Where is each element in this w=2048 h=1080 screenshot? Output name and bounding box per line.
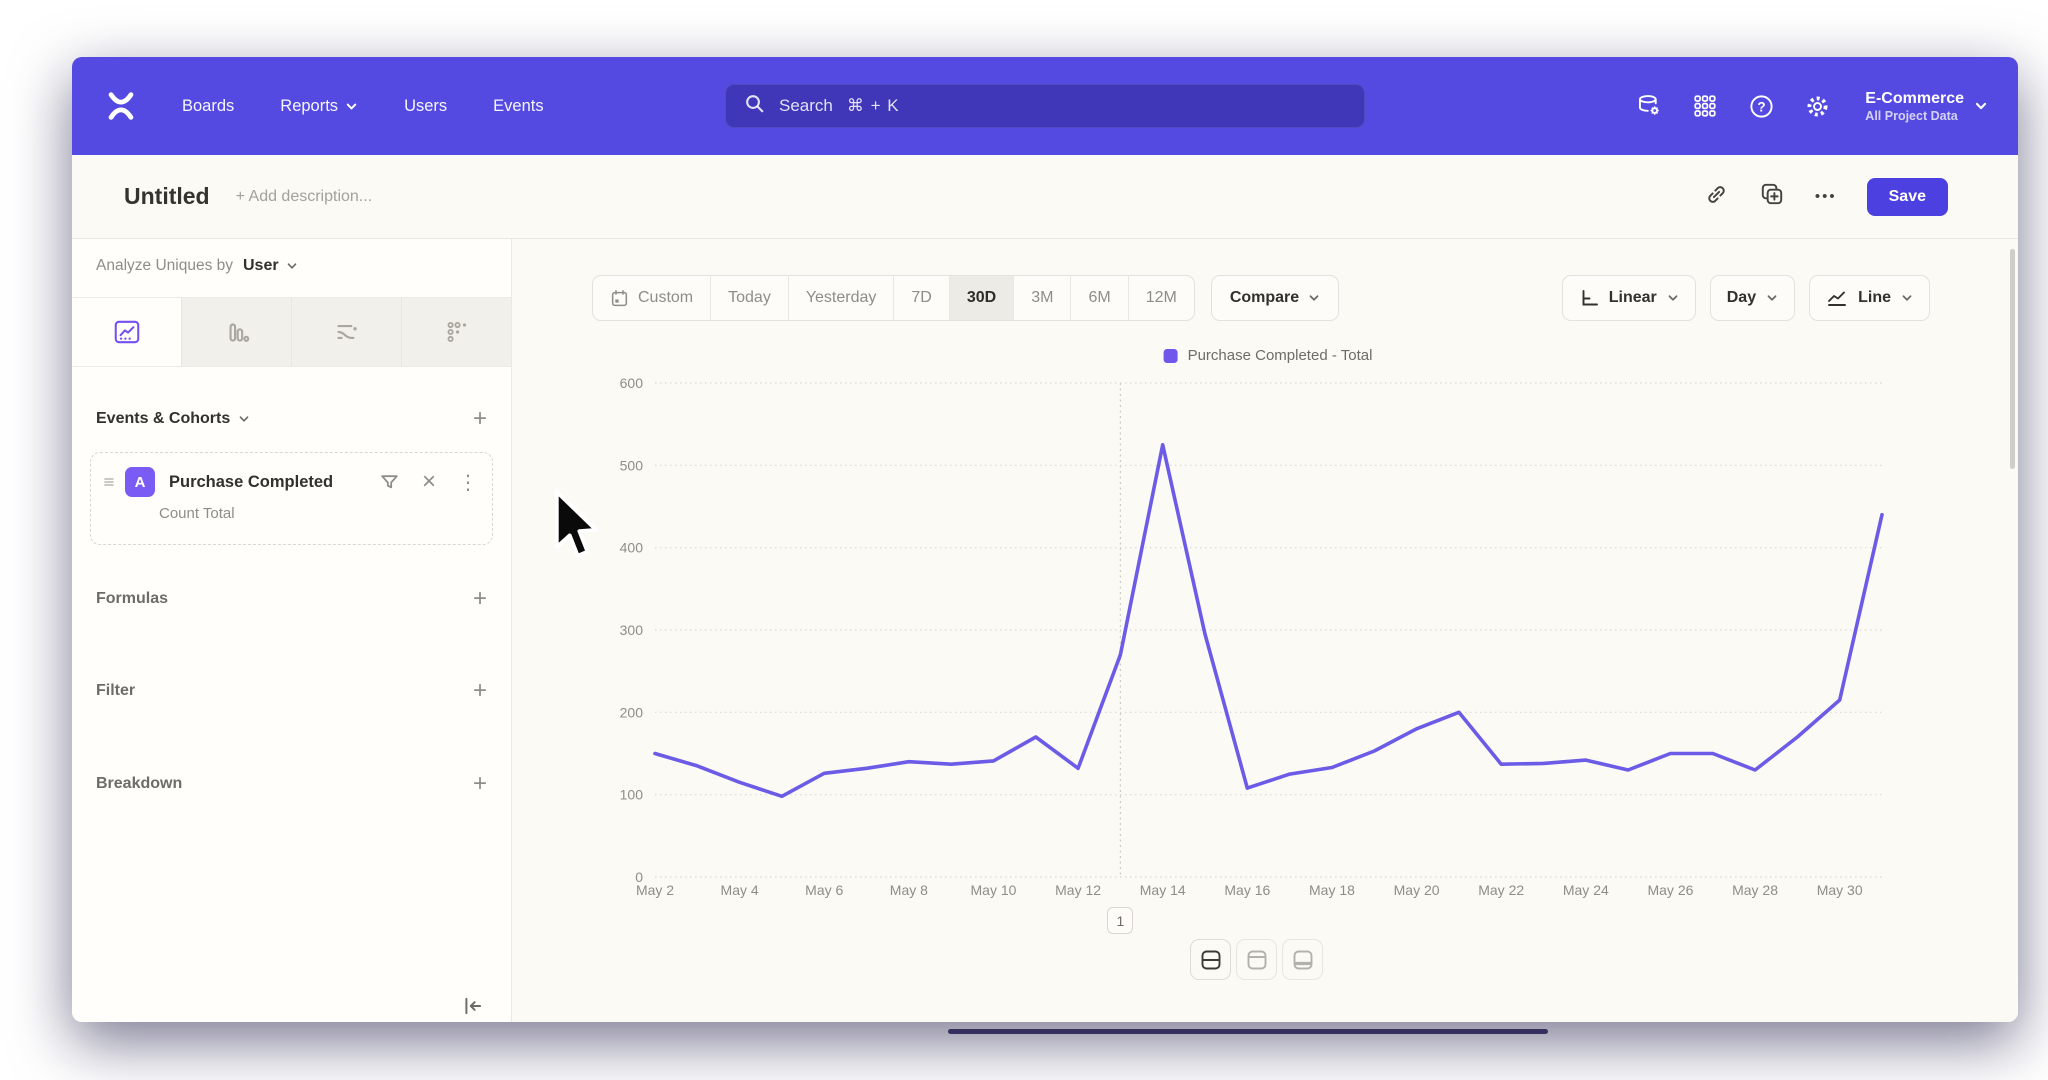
filter-funnel-icon[interactable] <box>379 472 400 493</box>
x-tick-label: May 10 <box>971 882 1017 898</box>
project-switcher[interactable]: E-Commerce All Project Data <box>1865 89 1988 123</box>
report-canvas: CustomTodayYesterday7D30D3M6M12M Compare… <box>512 239 2018 1022</box>
layout-header-top-button[interactable] <box>1236 939 1277 980</box>
chevron-down-icon <box>238 413 250 425</box>
event-name[interactable]: Purchase Completed <box>169 473 333 492</box>
bar-chart-icon <box>222 317 252 347</box>
add-filter-button[interactable]: + <box>473 679 487 703</box>
layout-footer-bottom-button[interactable] <box>1282 939 1323 980</box>
x-tick-label: May 2 <box>636 882 674 898</box>
layout-split-equal-icon <box>1199 948 1223 972</box>
nav-items: Boards Reports Users Events <box>182 97 544 116</box>
nav-item-users[interactable]: Users <box>404 97 447 116</box>
help-icon[interactable]: ? <box>1747 92 1775 120</box>
chevron-down-icon <box>345 100 358 113</box>
x-tick-label: May 12 <box>1055 882 1101 898</box>
layout-footer-bottom-icon <box>1291 948 1315 972</box>
line-chart[interactable]: 0100200300400500600May 2May 4May 6May 8M… <box>512 239 2018 1022</box>
x-tick-label: May 16 <box>1224 882 1270 898</box>
add-formula-button[interactable]: + <box>473 587 487 611</box>
copy-link-icon[interactable] <box>1704 182 1729 212</box>
annotation-badge[interactable]: 1 <box>1107 907 1133 934</box>
project-name: E-Commerce <box>1865 89 1964 109</box>
report-titlebar: Untitled + Add description... ••• Save <box>72 155 2018 239</box>
tab-line-chart[interactable] <box>72 298 181 366</box>
x-tick-label: May 6 <box>805 882 843 898</box>
search-shortcut: ⌘ + K <box>847 96 900 116</box>
chart-type-tabs <box>72 297 511 367</box>
event-letter-badge: A <box>125 467 155 497</box>
mixpanel-logo-icon[interactable] <box>102 87 140 125</box>
x-tick-label: May 8 <box>890 882 928 898</box>
add-breakdown-button[interactable]: + <box>473 772 487 796</box>
tab-retention[interactable] <box>401 298 511 366</box>
breakdown-section: Breakdown + <box>96 772 487 796</box>
data-management-icon[interactable] <box>1635 92 1663 120</box>
formulas-section: Formulas + <box>96 587 487 611</box>
y-tick-label: 200 <box>620 704 644 720</box>
nav-item-boards[interactable]: Boards <box>182 97 234 116</box>
y-tick-label: 300 <box>620 622 644 638</box>
y-tick-label: 400 <box>620 540 644 556</box>
search-placeholder: Search <box>779 96 833 116</box>
search-icon <box>744 93 765 119</box>
y-tick-label: 100 <box>620 787 644 803</box>
duplicate-icon[interactable] <box>1759 181 1785 212</box>
retention-dots-icon <box>442 317 472 347</box>
app-window: Boards Reports Users Events Search ⌘ + K <box>72 57 2018 1022</box>
chevron-down-icon <box>1974 99 1988 113</box>
x-tick-label: May 4 <box>721 882 759 898</box>
line-chart-icon <box>112 317 142 347</box>
series-line <box>655 445 1882 797</box>
y-tick-label: 500 <box>620 457 644 473</box>
tab-flows[interactable] <box>291 298 401 366</box>
filter-section: Filter + <box>96 679 487 703</box>
layout-split-equal-button[interactable] <box>1190 939 1231 980</box>
x-tick-label: May 24 <box>1563 882 1609 898</box>
save-button[interactable]: Save <box>1867 178 1948 216</box>
y-tick-label: 600 <box>620 375 644 391</box>
flows-icon <box>332 317 362 347</box>
collapse-sidebar-icon[interactable] <box>458 991 488 1021</box>
event-card[interactable]: A Purchase Completed × ⋮ Count Total <box>90 452 493 545</box>
settings-gear-icon[interactable] <box>1803 92 1831 120</box>
analyze-uniques-selector[interactable]: Analyze Uniques by User <box>96 257 298 275</box>
home-indicator-bar <box>948 1029 1548 1034</box>
x-tick-label: May 20 <box>1394 882 1440 898</box>
events-cohorts-header: Events & Cohorts + <box>96 407 487 431</box>
analyze-value: User <box>243 257 279 275</box>
svg-text:?: ? <box>1757 99 1765 114</box>
layout-toggles <box>1190 939 1323 980</box>
events-cohorts-title: Events & Cohorts <box>96 410 250 428</box>
x-tick-label: May 18 <box>1309 882 1355 898</box>
chevron-down-icon <box>286 260 298 272</box>
project-subtitle: All Project Data <box>1865 109 1964 123</box>
x-tick-label: May 28 <box>1732 882 1778 898</box>
tab-bar-chart[interactable] <box>181 298 291 366</box>
report-title[interactable]: Untitled <box>124 183 210 210</box>
analyze-label: Analyze Uniques by <box>96 257 233 275</box>
x-tick-label: May 14 <box>1140 882 1186 898</box>
top-nav: Boards Reports Users Events Search ⌘ + K <box>72 57 2018 155</box>
event-kebab-icon[interactable]: ⋮ <box>458 470 478 495</box>
drag-handle-icon[interactable] <box>103 476 115 488</box>
x-tick-label: May 26 <box>1647 882 1693 898</box>
x-tick-label: May 22 <box>1478 882 1524 898</box>
scrollbar-thumb[interactable] <box>2010 249 2015 469</box>
x-tick-label: May 30 <box>1817 882 1863 898</box>
add-description[interactable]: + Add description... <box>236 188 373 206</box>
layout-header-top-icon <box>1245 948 1269 972</box>
more-options-button[interactable]: ••• <box>1815 188 1837 205</box>
add-event-button[interactable]: + <box>473 407 487 431</box>
nav-item-events[interactable]: Events <box>493 97 543 116</box>
remove-event-icon[interactable]: × <box>422 470 436 494</box>
nav-item-reports[interactable]: Reports <box>280 97 358 116</box>
apps-grid-icon[interactable] <box>1691 92 1719 120</box>
query-builder-sidebar: Analyze Uniques by User <box>72 239 512 1022</box>
event-metric[interactable]: Count Total <box>159 505 478 522</box>
search-input[interactable]: Search ⌘ + K <box>725 84 1365 128</box>
